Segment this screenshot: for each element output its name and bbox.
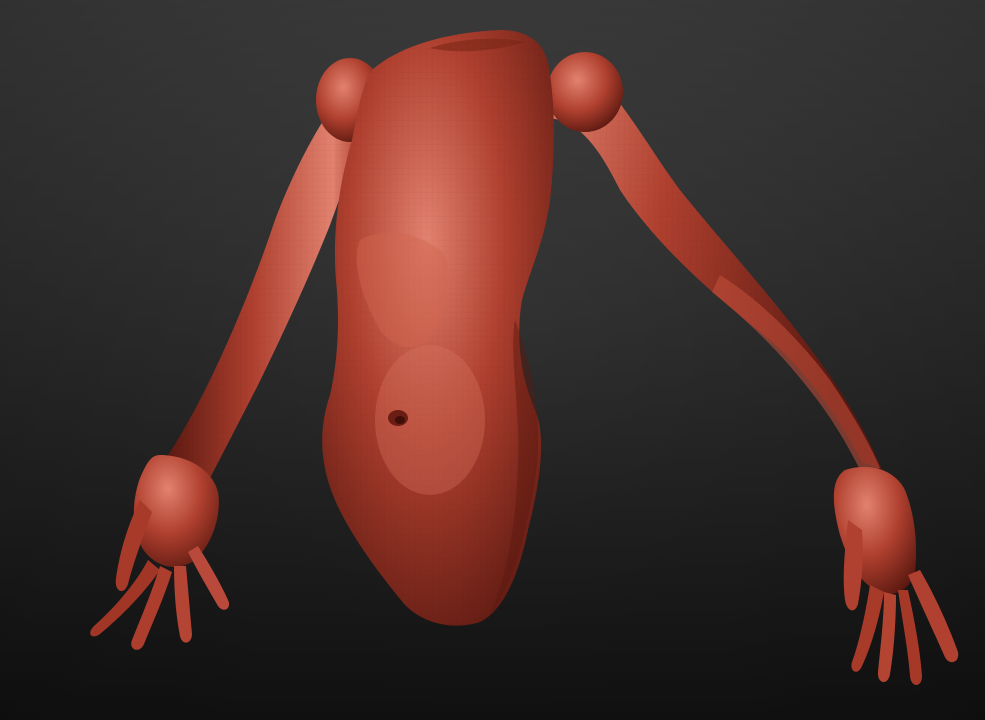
sculpt-viewport[interactable]	[0, 0, 985, 720]
right-shoulder[interactable]	[547, 52, 623, 132]
sculpt-canvas[interactable]	[0, 0, 985, 720]
torso[interactable]	[322, 30, 554, 626]
